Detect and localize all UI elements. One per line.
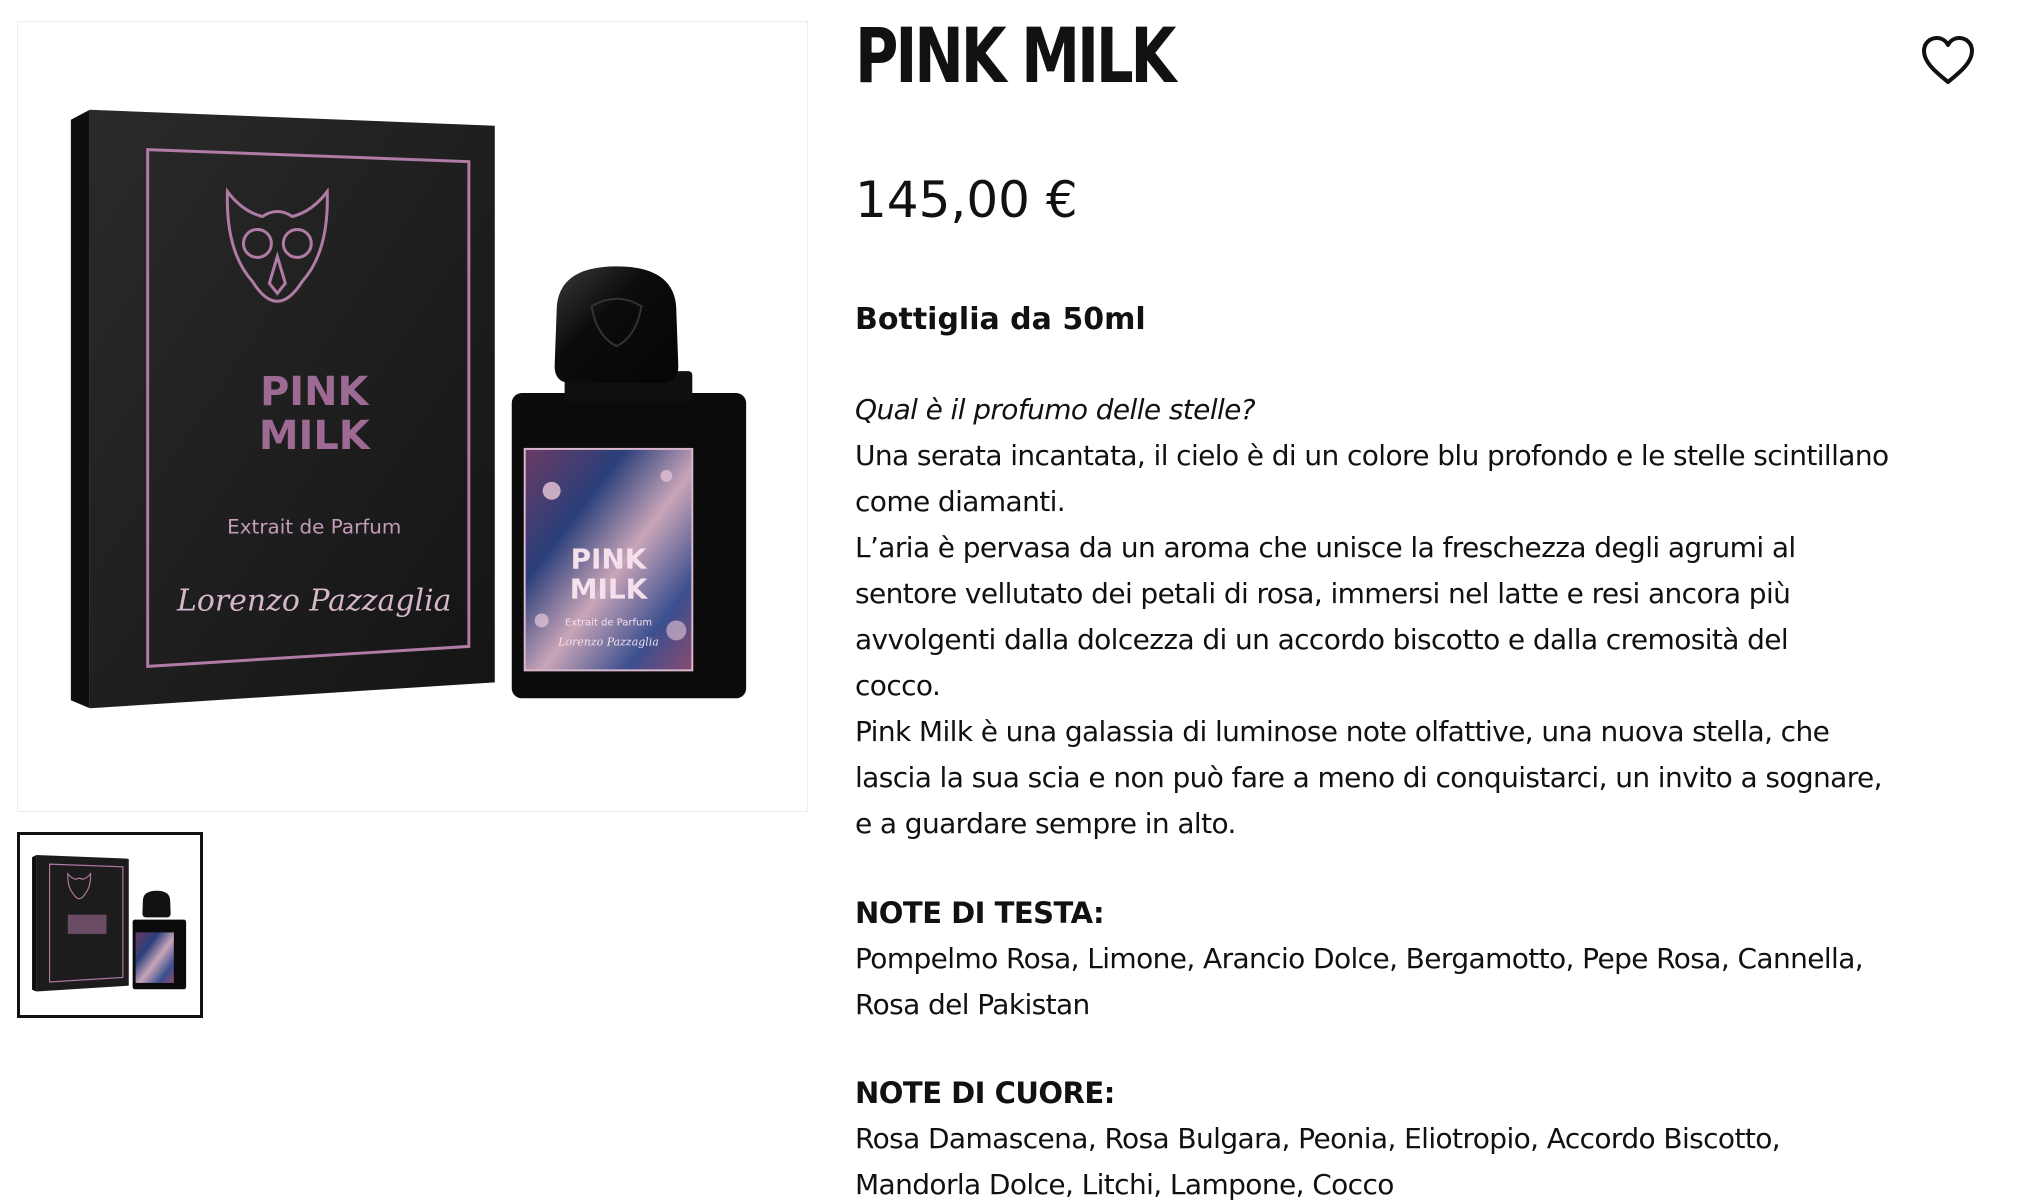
description-line: come diamanti. xyxy=(855,485,1066,518)
product-main-image[interactable]: PINK MILK Extrait de Parfum Lorenzo Pazz… xyxy=(17,21,808,812)
product-description: Qual è il profumo delle stelle? Una sera… xyxy=(855,387,1985,847)
product-price: 145,00 € xyxy=(855,171,1078,229)
svg-text:MILK: MILK xyxy=(570,573,649,606)
description-line: lascia la sua scia e non può fare a meno… xyxy=(855,761,1883,794)
top-notes-list: Pompelmo Rosa, Limone, Arancio Dolce, Be… xyxy=(855,936,1864,1028)
product-thumbnail[interactable] xyxy=(17,832,203,1018)
top-notes-line: Rosa del Pakistan xyxy=(855,988,1090,1021)
top-notes-line: Pompelmo Rosa, Limone, Arancio Dolce, Be… xyxy=(855,942,1864,975)
heart-notes-line: Mandorla Dolce, Litchi, Lampone, Cocco xyxy=(855,1168,1394,1201)
svg-text:PINK: PINK xyxy=(260,369,370,415)
wishlist-button[interactable] xyxy=(1918,31,1978,91)
description-question: Qual è il profumo delle stelle? xyxy=(855,393,1256,426)
description-line: Una serata incantata, il cielo è di un c… xyxy=(855,439,1889,472)
top-notes-heading: NOTE DI TESTA: xyxy=(855,896,1105,930)
description-line: Pink Milk è una galassia di luminose not… xyxy=(855,715,1830,748)
product-size: Bottiglia da 50ml xyxy=(855,302,1146,337)
description-line: L’aria è pervasa da un aroma che unisce … xyxy=(855,531,1796,564)
product-title: PINK MILK xyxy=(855,11,1176,100)
description-line: cocco. xyxy=(855,669,941,702)
svg-text:MILK: MILK xyxy=(259,413,372,459)
heart-notes-list: Rosa Damascena, Rosa Bulgara, Peonia, El… xyxy=(855,1116,1781,1202)
heart-outline-icon xyxy=(1922,36,1974,84)
perfume-thumbnail-image xyxy=(32,855,187,992)
svg-text:Extrait de Parfum: Extrait de Parfum xyxy=(565,617,652,628)
perfume-image: PINK MILK Extrait de Parfum Lorenzo Pazz… xyxy=(70,109,747,709)
description-line: e a guardare sempre in alto. xyxy=(855,807,1236,840)
description-line: sentore vellutato dei petali di rosa, im… xyxy=(855,577,1791,610)
svg-text:Extrait de Parfum: Extrait de Parfum xyxy=(227,515,401,539)
heart-notes-line: Rosa Damascena, Rosa Bulgara, Peonia, El… xyxy=(855,1122,1781,1155)
description-line: avvolgenti dalla dolcezza di un accordo … xyxy=(855,623,1789,656)
svg-text:Lorenzo Pazzaglia: Lorenzo Pazzaglia xyxy=(557,635,659,648)
svg-text:Lorenzo Pazzaglia: Lorenzo Pazzaglia xyxy=(176,584,451,619)
svg-text:PINK: PINK xyxy=(571,543,648,576)
heart-notes-heading: NOTE DI CUORE: xyxy=(855,1076,1115,1110)
